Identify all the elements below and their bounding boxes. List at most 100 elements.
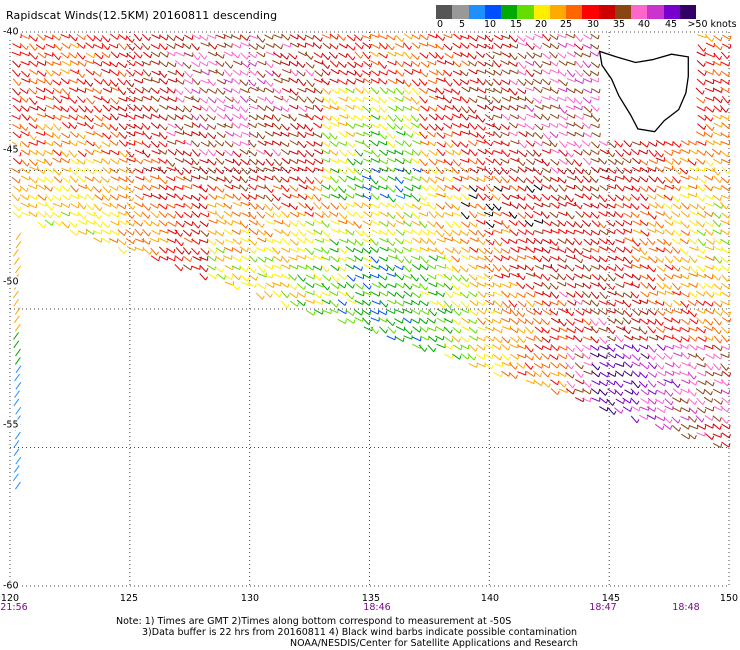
wind-barb-feather [312, 64, 315, 69]
wind-barb-feather [204, 55, 208, 60]
wind-barb [322, 309, 332, 315]
wind-barb-feather [336, 212, 339, 217]
wind-barb-feather [303, 144, 307, 149]
wind-barb-feather [43, 224, 47, 229]
wind-barb [541, 193, 549, 201]
wind-barb-feather [655, 142, 658, 147]
wind-barb-feather [418, 319, 421, 324]
wind-barb-feather [141, 71, 144, 76]
wind-barb-feather [483, 301, 486, 306]
wind-barb [533, 184, 542, 191]
wind-barb [606, 301, 615, 307]
wind-barb-feather [728, 293, 731, 298]
wind-barb-feather [531, 73, 535, 77]
wind-barb-feather [165, 80, 169, 85]
wind-barb-feather [540, 239, 543, 245]
wind-barb-feather [476, 283, 479, 288]
wind-barb [426, 317, 435, 324]
wind-barb [428, 210, 435, 219]
wind-barb [582, 149, 591, 156]
wind-barb-feather [654, 222, 657, 227]
wind-barb-feather [663, 230, 665, 235]
wind-barb-feather [352, 194, 355, 199]
wind-barb [420, 61, 429, 68]
wind-barb [338, 175, 346, 183]
wind-barb [404, 150, 413, 156]
wind-barb [363, 131, 372, 137]
wind-barb-feather [295, 91, 299, 96]
wind-barb [533, 210, 542, 216]
wind-barb [622, 203, 631, 209]
wind-barb [362, 317, 369, 325]
wind-barb [257, 265, 264, 273]
wind-barb-feather [246, 150, 249, 155]
wind-barb [117, 61, 126, 68]
wind-barb-feather [386, 266, 389, 271]
wind-barb [468, 229, 477, 236]
wind-barb [151, 70, 160, 76]
wind-barb-feather [148, 36, 151, 41]
wind-barb [639, 176, 647, 183]
wind-barb-feather [466, 72, 469, 77]
wind-barb [460, 274, 468, 282]
wind-barb-feather [498, 99, 502, 104]
wind-barb-feather [116, 53, 120, 59]
wind-barb-feather [636, 205, 640, 210]
wind-barb-feather [166, 256, 169, 261]
wind-barb [664, 141, 673, 146]
wind-barb [557, 248, 566, 254]
wind-barb [158, 246, 167, 254]
wind-barb-feather [401, 150, 404, 155]
wind-barb-feather [230, 64, 234, 69]
wind-barb [192, 221, 199, 229]
wind-barb-feather [580, 223, 584, 229]
wind-barb-feather [215, 89, 218, 94]
wind-barb-feather [213, 116, 216, 121]
lat-lon-grid [9, 31, 730, 587]
wind-barb-feather [606, 141, 609, 146]
wind-barb [517, 88, 526, 95]
wind-barb [281, 87, 291, 93]
wind-barb [624, 185, 633, 191]
wind-barb-feather [345, 88, 348, 94]
wind-barb [582, 264, 590, 272]
wind-barb-feather [262, 161, 266, 166]
wind-barb-feather [343, 188, 347, 193]
wind-barb [379, 221, 388, 227]
wind-barb-feather [344, 196, 348, 201]
wind-barb [166, 185, 175, 191]
wind-barb-feather [531, 107, 535, 112]
wind-barb [436, 159, 445, 164]
wind-barb [232, 132, 242, 138]
wind-barb [640, 291, 649, 298]
wind-barb [183, 105, 191, 113]
wind-barb [371, 229, 381, 235]
wind-barb-feather [393, 89, 396, 94]
wind-barb [542, 220, 551, 227]
wind-barb-feather [385, 303, 389, 308]
wind-barb-feather [621, 160, 624, 165]
wind-barb-feather [652, 240, 656, 245]
wind-barb-feather [344, 284, 347, 289]
wind-barb [565, 185, 575, 190]
wind-barb-feather [253, 215, 257, 220]
wind-barb-feather [377, 52, 379, 57]
wind-barb-feather [354, 257, 357, 262]
wind-barb [378, 52, 387, 59]
wind-barb-feather [482, 53, 485, 58]
wind-barb [378, 34, 387, 40]
wind-barb-feather [408, 170, 412, 175]
wind-barb-feather [386, 71, 388, 76]
wind-barb [404, 51, 411, 60]
wind-barb-feather [158, 256, 161, 262]
wind-barb [540, 123, 550, 128]
wind-barb-feather [490, 100, 494, 105]
wind-barb [476, 139, 486, 144]
wind-barb-feather [370, 213, 373, 218]
wind-barb [158, 177, 167, 185]
wind-barb [362, 168, 372, 174]
wind-barb [549, 78, 559, 84]
wind-barb-feather [352, 231, 355, 236]
wind-barb-feather [215, 274, 218, 279]
wind-barb [370, 33, 379, 38]
